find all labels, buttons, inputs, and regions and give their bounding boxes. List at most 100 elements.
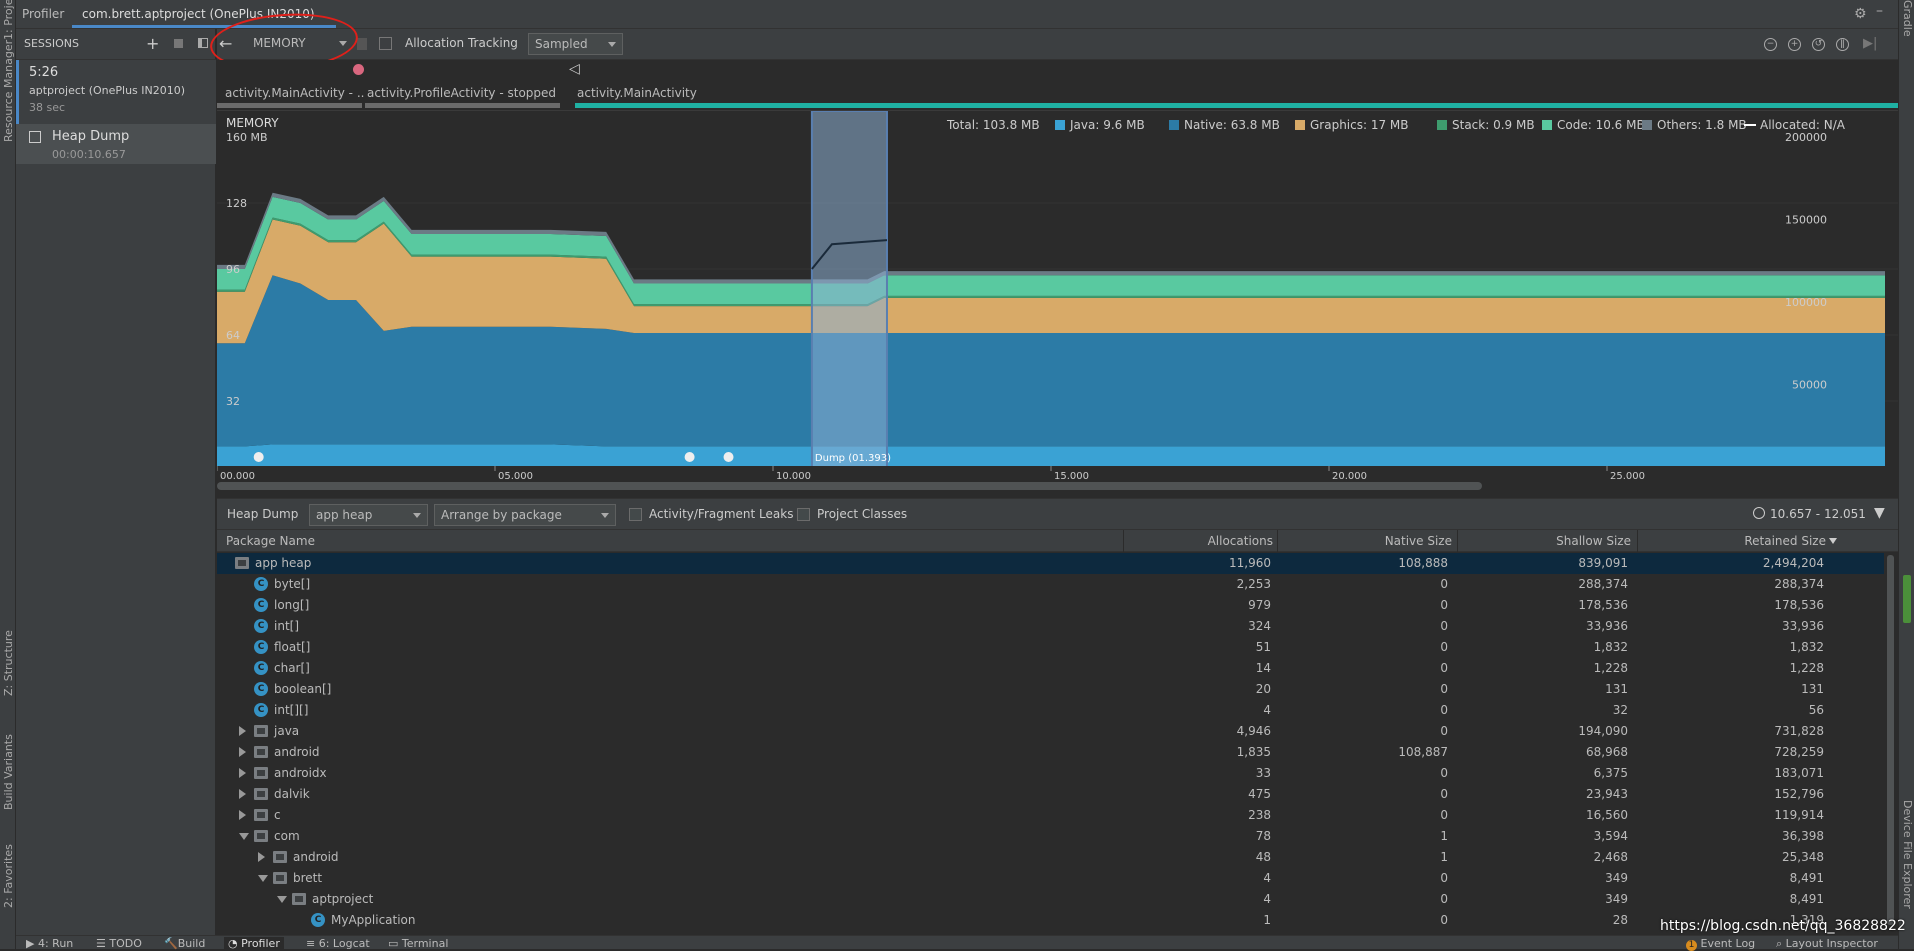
chevron-right-icon[interactable]	[239, 789, 246, 799]
back-event-icon[interactable]: ◁	[569, 61, 580, 77]
row-native: 0	[1440, 766, 1448, 780]
build-tab[interactable]: 🔨Build	[164, 937, 205, 950]
column-retained-size[interactable]: Retained Size	[1744, 534, 1826, 548]
table-row[interactable]: c 238 0 16,560 119,914	[217, 805, 1884, 826]
row-alloc: 33	[1255, 766, 1271, 780]
row-shallow: 131	[1605, 682, 1628, 696]
zoom-out-icon[interactable]: −	[1764, 38, 1777, 51]
project-classes-checkbox[interactable]	[797, 508, 810, 521]
activity-label[interactable]: activity.ProfileActivity - stopped - ...	[367, 86, 557, 104]
resource-manager-tool-tab[interactable]: Resource Manager	[2, 40, 15, 142]
table-row[interactable]: Cfloat[] 51 0 1,832 1,832	[217, 637, 1884, 658]
build-variants-tool-tab[interactable]: Build Variants	[2, 730, 15, 810]
chevron-down-icon[interactable]	[239, 833, 249, 840]
table-row[interactable]: androidx 33 0 6,375 183,071	[217, 763, 1884, 784]
package-folder-icon	[254, 788, 268, 800]
row-native: 1	[1440, 850, 1448, 864]
sessions-panel: SESSIONS + 5:26 aptproject (OnePlus IN20…	[16, 29, 216, 935]
terminal-tab[interactable]: ▭ Terminal	[388, 937, 448, 950]
arrange-select-value: Arrange by package	[441, 508, 562, 522]
go-live-icon[interactable]: ▶|	[1863, 36, 1877, 51]
allocation-tracking-select[interactable]: Sampled	[528, 33, 623, 55]
delete-event-icon	[723, 452, 734, 462]
chevron-right-icon[interactable]	[258, 852, 265, 862]
memory-chart[interactable]: MEMORY Total: 103.8 MB Java: 9.6 MB Nati…	[217, 110, 1898, 467]
column-native-size[interactable]: Native Size	[1385, 534, 1452, 548]
row-alloc: 20	[1255, 682, 1271, 696]
table-row[interactable]: Clong[] 979 0 178,536 178,536	[217, 595, 1884, 616]
pause-icon[interactable]: ǁ	[1836, 38, 1849, 51]
heap-dump-artifact[interactable]: Heap Dump 00:00:10.657	[16, 124, 216, 164]
activity-label[interactable]: activity.MainActivity - ...	[225, 86, 365, 104]
device-file-explorer-tool-tab[interactable]: Device File Explorer	[1901, 800, 1914, 930]
minimize-icon[interactable]: –	[1876, 3, 1883, 19]
logcat-tab[interactable]: ≡ 6: Logcat	[306, 937, 370, 950]
profiler-toolbar: ← MEMORY Allocation Tracking Sampled − +…	[217, 29, 1898, 60]
y-tick-label-right: 50000	[1792, 379, 1827, 392]
column-shallow-size[interactable]: Shallow Size	[1556, 534, 1631, 548]
package-folder-icon	[254, 725, 268, 737]
heap-dump-icon	[29, 131, 41, 143]
column-package-name[interactable]: Package Name	[226, 534, 315, 548]
session-item[interactable]: 5:26 aptproject (OnePlus IN2010) 38 sec	[16, 60, 216, 124]
chevron-down-icon	[601, 513, 609, 518]
table-row[interactable]: C MyApplication 1 0 28 1,319	[217, 910, 1884, 931]
row-shallow: 839,091	[1578, 556, 1628, 570]
chevron-down-icon[interactable]	[258, 875, 268, 882]
project-tool-tab[interactable]: 1: Project	[2, 0, 15, 40]
heap-select[interactable]: app heap	[309, 504, 428, 526]
row-native: 0	[1440, 661, 1448, 675]
table-row[interactable]: Cchar[] 14 0 1,228 1,228	[217, 658, 1884, 679]
activity-fragment-leaks-checkbox[interactable]	[629, 508, 642, 521]
row-name: aptproject	[312, 892, 374, 906]
reset-zoom-icon[interactable]: ↺	[1812, 38, 1825, 51]
table-row[interactable]: aptproject 4 0 349 8,491	[217, 889, 1884, 910]
row-shallow: 28	[1612, 913, 1628, 927]
table-row[interactable]: Cboolean[] 20 0 131 131	[217, 679, 1884, 700]
collapse-panel-icon[interactable]	[198, 38, 208, 48]
table-row[interactable]: Cbyte[] 2,253 0 288,374 288,374	[217, 574, 1884, 595]
profiler-tab[interactable]: ◔ Profiler	[224, 937, 284, 950]
capture-heap-dump-icon[interactable]	[379, 37, 392, 50]
table-vertical-scrollbar[interactable]	[1884, 553, 1898, 935]
row-native: 0	[1440, 598, 1448, 612]
chevron-right-icon[interactable]	[239, 768, 246, 778]
chevron-down-icon[interactable]	[277, 896, 287, 903]
table-row[interactable]: dalvik 475 0 23,943 152,796	[217, 784, 1884, 805]
column-allocations[interactable]: Allocations	[1208, 534, 1273, 548]
stop-session-icon[interactable]	[174, 39, 183, 48]
structure-tool-tab[interactable]: Z: Structure	[2, 628, 15, 696]
touch-event-marker[interactable]	[353, 64, 364, 75]
table-row[interactable]: java 4,946 0 194,090 731,828	[217, 721, 1884, 742]
chevron-right-icon[interactable]	[239, 810, 246, 820]
activity-label[interactable]: activity.MainActivity	[577, 86, 777, 104]
table-row[interactable]: Cint[] 324 0 33,936 33,936	[217, 616, 1884, 637]
table-row[interactable]: brett 4 0 349 8,491	[217, 868, 1884, 889]
arrange-select[interactable]: Arrange by package	[434, 504, 616, 526]
timeline-scrollbar[interactable]	[217, 482, 1482, 490]
table-row[interactable]: app heap 11,960 108,888 839,091 2,494,204	[217, 553, 1884, 574]
table-row[interactable]: android 1,835 108,887 68,968 728,259	[217, 742, 1884, 763]
force-gc-icon[interactable]	[357, 38, 367, 50]
gear-icon[interactable]: ⚙	[1854, 6, 1867, 22]
table-row[interactable]: android 48 1 2,468 25,348	[217, 847, 1884, 868]
zoom-in-icon[interactable]: +	[1788, 38, 1801, 51]
row-name: MyApplication	[331, 913, 416, 927]
run-tab[interactable]: ▶ 4: Run	[26, 937, 73, 950]
table-row[interactable]: com 78 1 3,594 36,398	[217, 826, 1884, 847]
chevron-right-icon[interactable]	[239, 747, 246, 757]
row-retained: 8,491	[1789, 871, 1824, 885]
gradle-tool-tab[interactable]: Gradle	[1901, 0, 1914, 37]
allocation-mode-value: Sampled	[535, 37, 588, 51]
activity-bar	[365, 103, 560, 108]
row-retained: 33,936	[1782, 619, 1824, 633]
add-session-icon[interactable]: +	[146, 34, 159, 53]
chevron-right-icon[interactable]	[239, 726, 246, 736]
todo-tab[interactable]: ☰ TODO	[96, 937, 142, 950]
favorites-tool-tab[interactable]: 2: Favorites	[2, 838, 15, 908]
row-native: 0	[1440, 577, 1448, 591]
sort-descending-icon	[1829, 538, 1837, 544]
filter-icon[interactable]: ▼	[1874, 505, 1885, 521]
table-row[interactable]: Cint[][] 4 0 32 56	[217, 700, 1884, 721]
class-icon: C	[254, 598, 268, 612]
